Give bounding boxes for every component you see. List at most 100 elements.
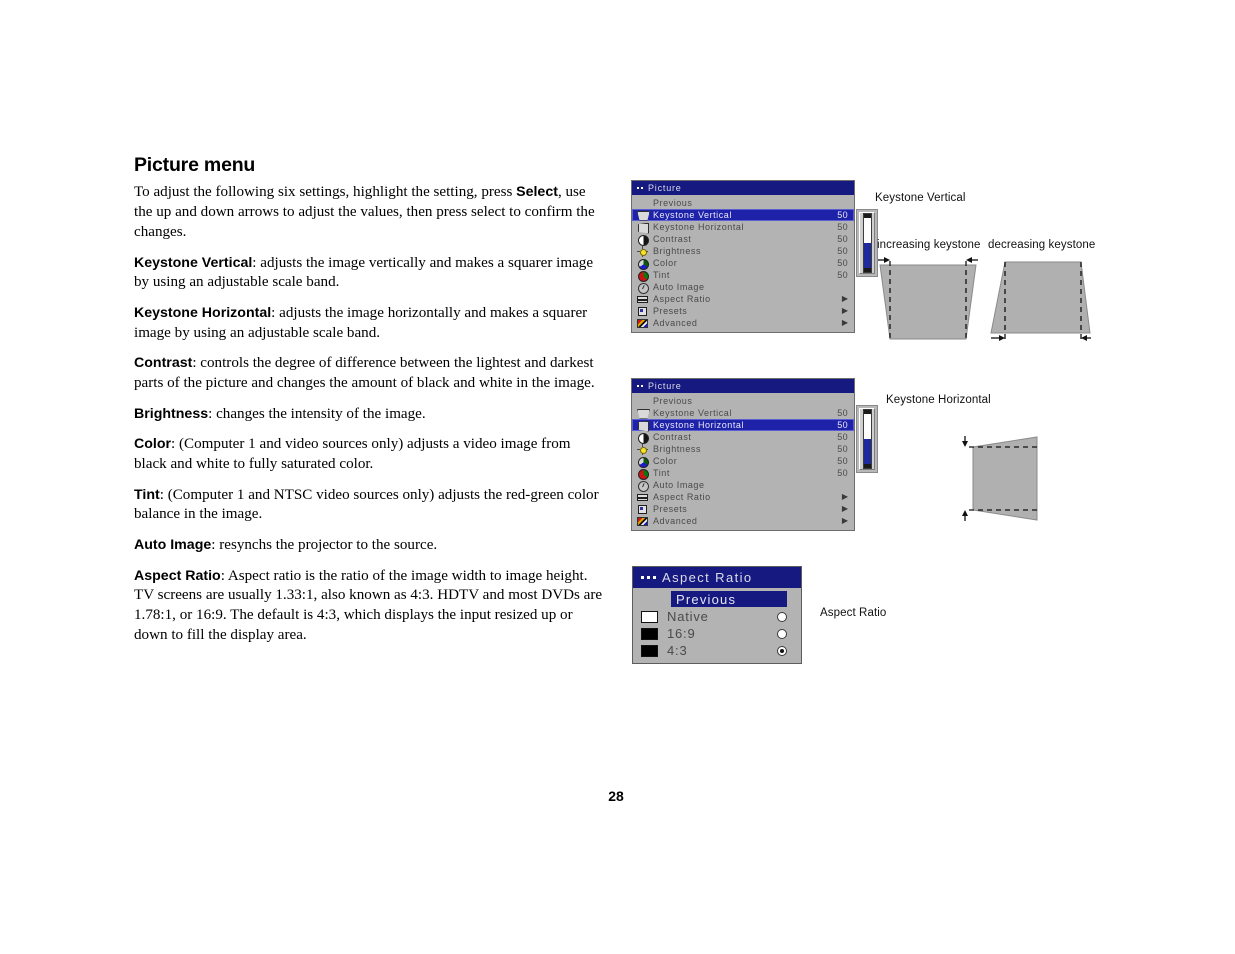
callout-keystone-vertical: Keystone Vertical <box>875 192 966 204</box>
osd-menu-item-label: Advanced <box>653 515 698 526</box>
picture-osd-menu-2[interactable]: Picture Previous Keystone Vertical 50 Keyst… <box>631 378 855 531</box>
scale-band-bottom-cap <box>863 464 871 468</box>
paragraph-text: : (Computer 1 and video sources only) ad… <box>134 436 571 472</box>
brightness-icon <box>636 443 650 455</box>
osd-menu-item[interactable]: Tint 50 <box>632 269 854 282</box>
submenu-arrow-icon: ▶ <box>841 318 848 327</box>
osd-menu-item[interactable]: Brightness 50 <box>632 443 854 455</box>
osd-menu-item[interactable]: Tint 50 <box>632 467 854 480</box>
aspect-ratio-option-row[interactable]: 16:9 <box>633 625 791 642</box>
aspect-ratio-option-row[interactable]: 4:3 <box>633 642 791 659</box>
emphasis-term: Keystone Horizontal <box>134 304 272 321</box>
osd-menu-item[interactable]: Advanced ▶ <box>632 317 854 329</box>
submenu-arrow-icon: ▶ <box>841 492 848 501</box>
increasing-keystone-diagram <box>878 257 978 340</box>
osd-menu-item-label: Color <box>653 257 678 268</box>
paragraph-text: : resynchs the projector to the source. <box>211 537 438 554</box>
osd-item-list: Previous Keystone Vertical 50 Keystone Hori… <box>632 393 854 530</box>
blank-icon <box>636 198 650 209</box>
osd-menu-item[interactable]: Color 50 <box>632 455 854 468</box>
aspect-ratio-radio-button[interactable] <box>777 628 787 639</box>
osd-menu-item[interactable]: Contrast 50 <box>632 431 854 444</box>
osd-menu-item-value: 50 <box>837 467 848 478</box>
aspect-ratio-previous-item[interactable]: Previous <box>671 591 787 607</box>
keystone-vertical-icon <box>636 210 650 221</box>
osd-menu-item[interactable]: Previous <box>632 197 854 209</box>
aspect-ratio-title: Aspect Ratio <box>662 570 753 585</box>
submenu-arrow-icon: ▶ <box>841 504 848 513</box>
osd-menu-item-value: 50 <box>837 455 848 466</box>
paragraph-brightness: Brightness: changes the intensity of the… <box>134 405 604 425</box>
aspect-ratio-previous-label: Previous <box>676 591 737 607</box>
osd-menu-item[interactable]: Presets ▶ <box>632 305 854 317</box>
callout-increasing-keystone: increasing keystone <box>877 239 981 251</box>
callout-decreasing-keystone: decreasing keystone <box>988 239 1096 251</box>
osd-menu-item-value: 50 <box>837 269 848 280</box>
scale-band-track[interactable] <box>862 213 872 273</box>
paragraph-keystone-horizontal: Keystone Horizontal: adjusts the image h… <box>134 304 604 343</box>
page-title: Picture menu <box>134 154 256 176</box>
osd-menu-item[interactable]: Keystone Horizontal 50 <box>632 221 854 234</box>
osd-menu-item[interactable]: Aspect Ratio ▶ <box>632 491 854 503</box>
osd-menu-item[interactable]: Keystone Vertical 50 <box>632 209 854 221</box>
osd-menu-item-label: Aspect Ratio <box>653 491 711 502</box>
osd-menu-item-label: Keystone Horizontal <box>653 221 744 232</box>
color-icon <box>636 456 650 468</box>
emphasis-term: Select <box>516 184 558 201</box>
submenu-arrow-icon: ▶ <box>841 516 848 525</box>
aspect-ratio-option-label: 16:9 <box>667 626 696 641</box>
paragraph-auto-image: Auto Image: resynchs the projector to th… <box>134 536 604 556</box>
osd-menu-item-label: Presets <box>653 503 688 514</box>
decreasing-keystone-diagram <box>990 261 1091 341</box>
aspect-ratio-osd-menu[interactable]: Aspect Ratio Previous Native 16:9 4:3 <box>632 566 802 664</box>
osd-menu-item[interactable]: Keystone Vertical 50 <box>632 407 854 419</box>
menu-level-dots-icon <box>637 385 643 387</box>
keystone-horizontal-icon <box>636 222 650 234</box>
scale-band-inner <box>859 212 875 274</box>
osd-menu-item-value: 50 <box>837 221 848 232</box>
osd-menu-item[interactable]: Advanced ▶ <box>632 515 854 527</box>
emphasis-term: Contrast <box>134 355 193 372</box>
paragraph-keystone-vertical: Keystone Vertical: adjusts the image ver… <box>134 254 604 293</box>
osd-menu-item-value: 50 <box>837 257 848 268</box>
osd-menu-item[interactable]: Keystone Horizontal 50 <box>632 419 854 432</box>
osd-menu-item[interactable]: Color 50 <box>632 257 854 270</box>
osd-menu-item-value: 50 <box>837 431 848 442</box>
paragraph-text: : controls the degree of difference betw… <box>134 355 595 391</box>
menu-level-dots-icon <box>637 187 643 189</box>
emphasis-term: Keystone Vertical <box>134 254 253 271</box>
osd-menu-item[interactable]: Previous <box>632 395 854 407</box>
osd-menu-item[interactable]: Aspect Ratio ▶ <box>632 293 854 305</box>
callout-aspect-ratio: Aspect Ratio <box>820 607 887 619</box>
osd-menu-item-value: 50 <box>837 443 848 454</box>
scale-band-track[interactable] <box>862 409 872 469</box>
osd-menu-item-label: Aspect Ratio <box>653 293 711 304</box>
scale-band-top-cap <box>863 410 871 414</box>
paragraph-color: Color: (Computer 1 and video sources onl… <box>134 435 604 474</box>
aspect-ratio-radio-button[interactable] <box>777 645 787 656</box>
blank-icon <box>636 396 650 407</box>
keystone-horizontal-icon <box>636 420 650 432</box>
osd-menu-item[interactable]: Presets ▶ <box>632 503 854 515</box>
aspect-ratio-icon <box>636 492 650 503</box>
aspect-ratio-radio-button[interactable] <box>777 611 787 622</box>
osd-menu-item-label: Presets <box>653 305 688 316</box>
page-number: 28 <box>608 788 624 804</box>
osd-menu-item[interactable]: Auto Image <box>632 281 854 294</box>
osd-menu-item[interactable]: Auto Image <box>632 479 854 492</box>
scale-band-vertical-2[interactable] <box>856 405 878 473</box>
osd-menu-item-value: 50 <box>837 245 848 256</box>
aspect-ratio-option-row[interactable]: Native <box>633 608 791 625</box>
picture-osd-menu-1[interactable]: Picture Previous Keystone Vertical 50 Keyst… <box>631 180 855 333</box>
emphasis-term: Color <box>134 436 172 453</box>
contrast-icon <box>636 432 650 444</box>
tint-icon <box>636 270 650 282</box>
osd-menu-item-label: Auto Image <box>653 281 705 292</box>
osd-menu-item-label: Auto Image <box>653 479 705 490</box>
osd-menu-title: Picture <box>648 182 682 193</box>
osd-menu-item[interactable]: Contrast 50 <box>632 233 854 246</box>
osd-menu-item[interactable]: Brightness 50 <box>632 245 854 257</box>
contrast-icon <box>636 234 650 246</box>
color-icon <box>636 258 650 270</box>
paragraph-aspect-ratio: Aspect Ratio: Aspect ratio is the ratio … <box>134 567 604 646</box>
